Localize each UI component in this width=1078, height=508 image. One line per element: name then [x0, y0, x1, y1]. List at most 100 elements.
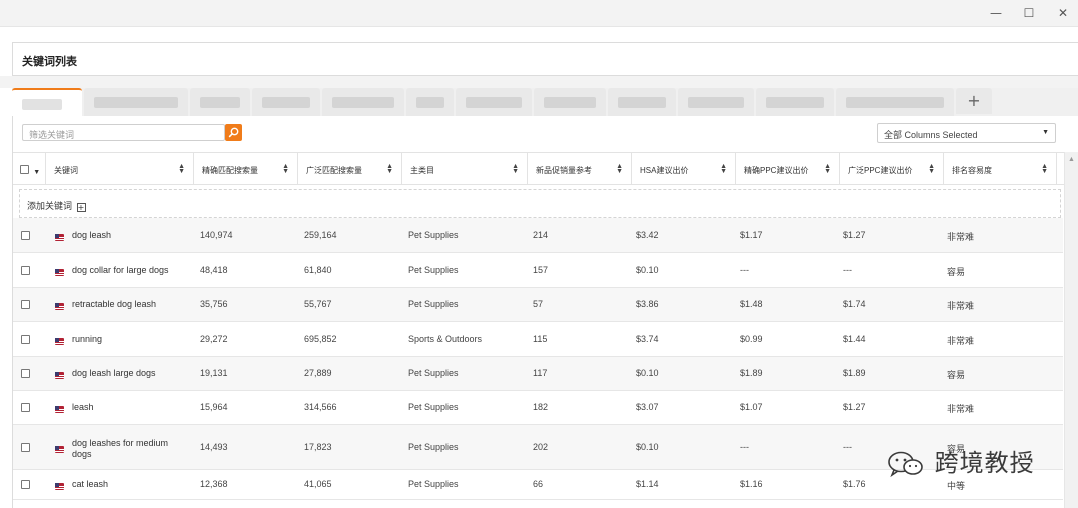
us-flag-icon: [55, 234, 64, 241]
add-tab-button[interactable]: +: [956, 88, 992, 114]
cell-broad: 41,065: [304, 479, 332, 489]
sort-icon[interactable]: ▲ ▼: [282, 163, 289, 175]
cell-ease: 非常难: [947, 336, 975, 346]
tab[interactable]: [456, 88, 532, 116]
tab[interactable]: [406, 88, 454, 116]
keyword-link[interactable]: running: [72, 334, 184, 345]
search-input[interactable]: 筛选关键词: [22, 124, 225, 141]
cell-ease: 中等: [947, 481, 966, 491]
column-header-category[interactable]: 主类目 ▲ ▼: [402, 153, 528, 185]
sort-icon[interactable]: ▲ ▼: [386, 163, 393, 175]
column-header-keyword[interactable]: 关键词 ▲ ▼: [46, 153, 194, 185]
tab[interactable]: [678, 88, 754, 116]
row-checkbox[interactable]: [21, 480, 30, 489]
column-header-exact-ppc-bid[interactable]: 精确PPC建议出价 ▲ ▼: [736, 153, 840, 185]
tab-active[interactable]: [12, 88, 82, 116]
column-header-label: 精确匹配搜索量: [202, 166, 258, 175]
column-header-hsa-bid[interactable]: HSA建议出价 ▲ ▼: [632, 153, 736, 185]
cell-ease: 非常难: [947, 404, 975, 414]
cell-new-sales: 202: [533, 442, 549, 452]
table-row[interactable]: dog leash 140,974 259,164 Pet Supplies 214 $3…: [13, 218, 1063, 253]
tab[interactable]: [608, 88, 676, 116]
tab[interactable]: [252, 88, 320, 116]
select-all-header[interactable]: ▼: [13, 153, 46, 185]
cell-broad-ppc: $1.89: [843, 368, 866, 378]
plus-icon[interactable]: +: [76, 203, 86, 212]
tab[interactable]: [190, 88, 250, 116]
cell-category: Pet Supplies: [408, 402, 459, 412]
table-row[interactable]: leash 15,964 314,566 Pet Supplies 182 $3.07 $1…: [13, 391, 1063, 425]
cell-broad: 695,852: [304, 334, 337, 344]
keyword-link[interactable]: dog leash large dogs: [72, 368, 184, 379]
keyword-link[interactable]: leash: [72, 402, 184, 413]
row-checkbox[interactable]: [21, 335, 30, 344]
column-select-value: 全部 Columns Selected: [884, 130, 978, 140]
table-row[interactable]: dog collar for large dogs 48,418 61,840 Pet…: [13, 253, 1063, 288]
spacer: [0, 76, 1078, 88]
row-checkbox[interactable]: [21, 231, 30, 240]
cell-hsa: $3.74: [636, 334, 659, 344]
row-checkbox[interactable]: [21, 403, 30, 412]
row-checkbox[interactable]: [21, 369, 30, 378]
cell-category: Pet Supplies: [408, 299, 459, 309]
keyword-link[interactable]: cat leash: [72, 479, 184, 490]
sort-icon[interactable]: ▲ ▼: [616, 163, 623, 175]
sort-icon[interactable]: ▲ ▼: [512, 163, 519, 175]
cell-category: Sports & Outdoors: [408, 334, 483, 344]
column-header-exact-volume[interactable]: 精确匹配搜索量 ▲ ▼: [194, 153, 298, 185]
cell-exact: 14,493: [200, 442, 228, 452]
column-header-broad-volume[interactable]: 广泛匹配搜索量 ▲ ▼: [298, 153, 402, 185]
tab[interactable]: [322, 88, 404, 116]
row-checkbox[interactable]: [21, 443, 30, 452]
sort-icon[interactable]: ▲ ▼: [178, 163, 185, 175]
sort-icon[interactable]: ▲ ▼: [928, 163, 935, 175]
tab[interactable]: [836, 88, 954, 116]
select-all-checkbox[interactable]: [20, 165, 29, 174]
panel-title: 关键词列表: [12, 42, 1078, 76]
tab[interactable]: [756, 88, 834, 116]
column-select[interactable]: 全部 Columns Selected ▼: [877, 123, 1056, 143]
table-row[interactable]: dog leash large dogs 19,131 27,889 Pet Supp…: [13, 357, 1063, 391]
cell-hsa: $0.10: [636, 442, 659, 452]
row-checkbox[interactable]: [21, 266, 30, 275]
minimize-icon[interactable]: —: [988, 6, 1004, 20]
cell-broad-ppc: ---: [843, 265, 852, 275]
sort-icon[interactable]: ▲ ▼: [720, 163, 727, 175]
keyword-link[interactable]: retractable dog leash: [72, 299, 184, 310]
chevron-down-icon[interactable]: ▼: [33, 169, 40, 176]
us-flag-icon: [55, 446, 64, 453]
close-icon[interactable]: ✕: [1055, 6, 1071, 20]
cell-exact: 140,974: [200, 230, 233, 240]
table-row[interactable]: running 29,272 695,852 Sports & Outdoors 115…: [13, 322, 1063, 357]
tab-bar: +: [12, 88, 1078, 116]
table-row[interactable]: retractable dog leash 35,756 55,767 Pet Sup…: [13, 288, 1063, 322]
column-header-new-sales[interactable]: 新品促销量参考 ▲ ▼: [528, 153, 632, 185]
add-keyword-row[interactable]: 添加关键词 +: [19, 189, 1061, 218]
sort-icon[interactable]: ▲ ▼: [1041, 163, 1048, 175]
cell-hsa: $0.10: [636, 368, 659, 378]
cell-category: Pet Supplies: [408, 368, 459, 378]
column-header-broad-ppc-bid[interactable]: 广泛PPC建议出价 ▲ ▼: [840, 153, 944, 185]
maximize-icon[interactable]: ☐: [1021, 6, 1037, 20]
vertical-scrollbar[interactable]: ▲: [1064, 152, 1078, 508]
column-header-label: 精确PPC建议出价: [744, 166, 809, 175]
keyword-link[interactable]: dog leashes for medium dogs: [72, 438, 184, 460]
cell-exact: 29,272: [200, 334, 228, 344]
chevron-up-icon[interactable]: ▲: [1068, 156, 1075, 163]
row-checkbox[interactable]: [21, 300, 30, 309]
cell-exact: 19,131: [200, 368, 228, 378]
search-button[interactable]: [225, 124, 242, 141]
column-header-label: 广泛PPC建议出价: [848, 166, 913, 175]
cell-broad: 27,889: [304, 368, 332, 378]
tab[interactable]: [84, 88, 188, 116]
sort-icon[interactable]: ▲ ▼: [824, 163, 831, 175]
cell-broad: 314,566: [304, 402, 337, 412]
cell-exact: 35,756: [200, 299, 228, 309]
cell-new-sales: 66: [533, 479, 544, 489]
cell-ease: 非常难: [947, 301, 975, 311]
column-header-label: 关键词: [54, 166, 78, 175]
tab[interactable]: [534, 88, 606, 116]
keyword-link[interactable]: dog leash: [72, 230, 184, 241]
column-header-rank-ease[interactable]: 排名容易度 ▲ ▼: [944, 153, 1057, 185]
keyword-link[interactable]: dog collar for large dogs: [72, 265, 184, 276]
